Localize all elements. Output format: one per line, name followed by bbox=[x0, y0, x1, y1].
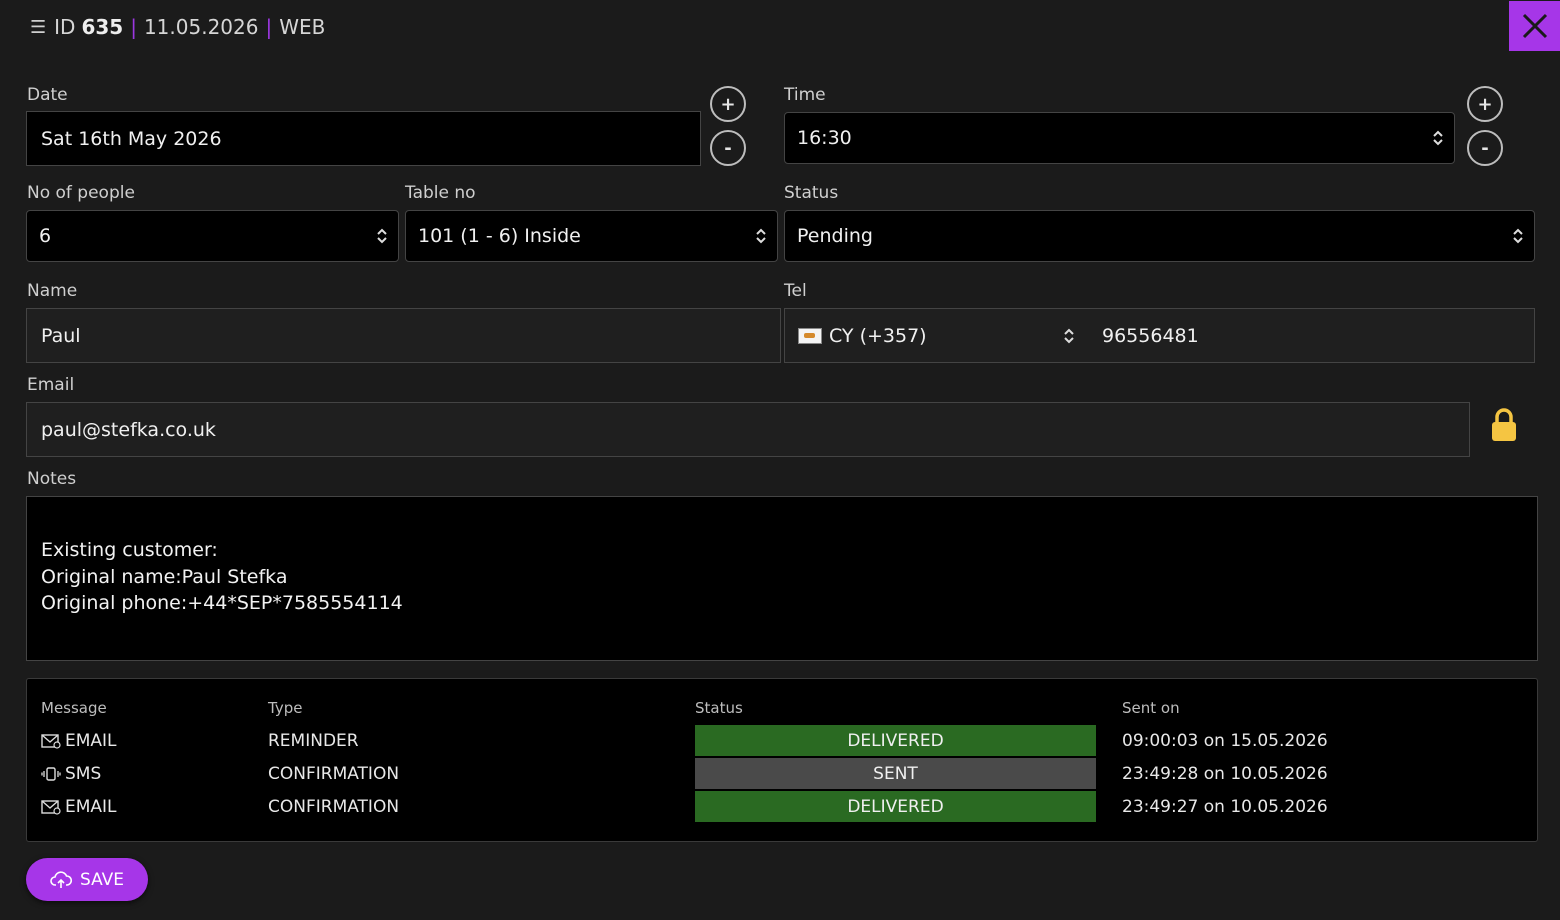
time-decrement-button[interactable]: - bbox=[1467, 130, 1503, 166]
table-select[interactable]: 101 (1 - 6) Inside bbox=[405, 210, 778, 262]
message-channel: EMAIL bbox=[41, 724, 117, 757]
column-header-sent-on: Sent on bbox=[1122, 699, 1180, 717]
header-separator: | bbox=[265, 15, 273, 39]
cloud-upload-icon bbox=[50, 870, 72, 888]
people-select[interactable]: 6 bbox=[26, 210, 399, 262]
status-badge: DELIVERED bbox=[695, 791, 1096, 822]
message-channel: EMAIL bbox=[41, 790, 117, 823]
chevron-updown-icon[interactable] bbox=[1063, 327, 1075, 345]
save-button[interactable]: SAVE bbox=[26, 858, 148, 901]
save-label: SAVE bbox=[79, 869, 125, 890]
time-select[interactable]: 16:30 bbox=[784, 112, 1455, 164]
booking-header: ☰ ID 635 | 11.05.2026 | WEB bbox=[30, 12, 325, 42]
status-badge: SENT bbox=[695, 758, 1096, 789]
chevron-updown-icon bbox=[377, 228, 387, 244]
message-type: CONFIRMATION bbox=[268, 796, 400, 817]
date-label: Date bbox=[27, 85, 68, 105]
tel-country-code[interactable]: CY (+357) bbox=[829, 325, 927, 347]
message-channel: SMS bbox=[41, 757, 101, 790]
chevron-updown-icon bbox=[1433, 130, 1443, 146]
booking-created-date: 11.05.2026 bbox=[143, 15, 259, 39]
tel-label: Tel bbox=[784, 281, 807, 301]
menu-icon[interactable]: ☰ bbox=[30, 17, 46, 38]
envelope-icon bbox=[41, 799, 61, 815]
column-header-status: Status bbox=[695, 699, 743, 717]
status-badge: DELIVERED bbox=[695, 725, 1096, 756]
message-type: REMINDER bbox=[268, 730, 359, 751]
table-row: SMS CONFIRMATION SENT 23:49:28 on 10.05.… bbox=[27, 757, 1537, 790]
chevron-updown-icon bbox=[1513, 228, 1523, 244]
tel-field[interactable]: CY (+357) 96556481 bbox=[784, 308, 1535, 363]
people-label: No of people bbox=[27, 183, 135, 203]
message-sent-on: 23:49:28 on 10.05.2026 bbox=[1122, 763, 1328, 784]
close-button[interactable] bbox=[1509, 1, 1560, 51]
status-select[interactable]: Pending bbox=[784, 210, 1535, 262]
table-row: EMAIL CONFIRMATION DELIVERED 23:49:27 on… bbox=[27, 790, 1537, 823]
booking-source: WEB bbox=[279, 15, 326, 39]
close-icon bbox=[1522, 13, 1547, 39]
notes-label: Notes bbox=[27, 469, 77, 489]
chevron-updown-icon bbox=[756, 228, 766, 244]
email-label: Email bbox=[27, 375, 75, 395]
message-sent-on: 23:49:27 on 10.05.2026 bbox=[1122, 796, 1328, 817]
date-field[interactable]: Sat 16th May 2026 bbox=[26, 111, 701, 166]
time-label: Time bbox=[784, 85, 826, 105]
message-log-table: Message Type Status Sent on EMAIL REMIND… bbox=[26, 678, 1538, 842]
vibrating-phone-icon bbox=[41, 766, 61, 781]
id-prefix: ID bbox=[54, 15, 76, 39]
table-value: 101 (1 - 6) Inside bbox=[418, 225, 581, 247]
status-value: Pending bbox=[797, 225, 873, 247]
message-type: CONFIRMATION bbox=[268, 763, 400, 784]
time-value: 16:30 bbox=[797, 127, 852, 149]
column-header-message: Message bbox=[41, 699, 107, 717]
email-input[interactable]: paul@stefka.co.uk bbox=[26, 402, 1470, 457]
status-label: Status bbox=[784, 183, 839, 203]
cyprus-flag-icon bbox=[798, 328, 822, 344]
date-increment-button[interactable]: + bbox=[710, 86, 746, 122]
name-label: Name bbox=[27, 281, 78, 301]
lock-icon[interactable] bbox=[1490, 407, 1518, 447]
notes-textarea[interactable]: Existing customer: Original name:Paul St… bbox=[26, 496, 1538, 661]
column-header-type: Type bbox=[268, 699, 303, 717]
booking-id: 635 bbox=[81, 15, 124, 39]
time-increment-button[interactable]: + bbox=[1467, 86, 1503, 122]
people-value: 6 bbox=[39, 225, 52, 247]
name-input[interactable]: Paul bbox=[26, 308, 781, 363]
date-decrement-button[interactable]: - bbox=[710, 130, 746, 166]
table-row: EMAIL REMINDER DELIVERED 09:00:03 on 15.… bbox=[27, 724, 1537, 757]
header-separator: | bbox=[130, 15, 137, 39]
tel-number[interactable]: 96556481 bbox=[1102, 325, 1199, 347]
table-label: Table no bbox=[405, 183, 476, 203]
message-sent-on: 09:00:03 on 15.05.2026 bbox=[1122, 730, 1328, 751]
envelope-icon bbox=[41, 733, 61, 749]
